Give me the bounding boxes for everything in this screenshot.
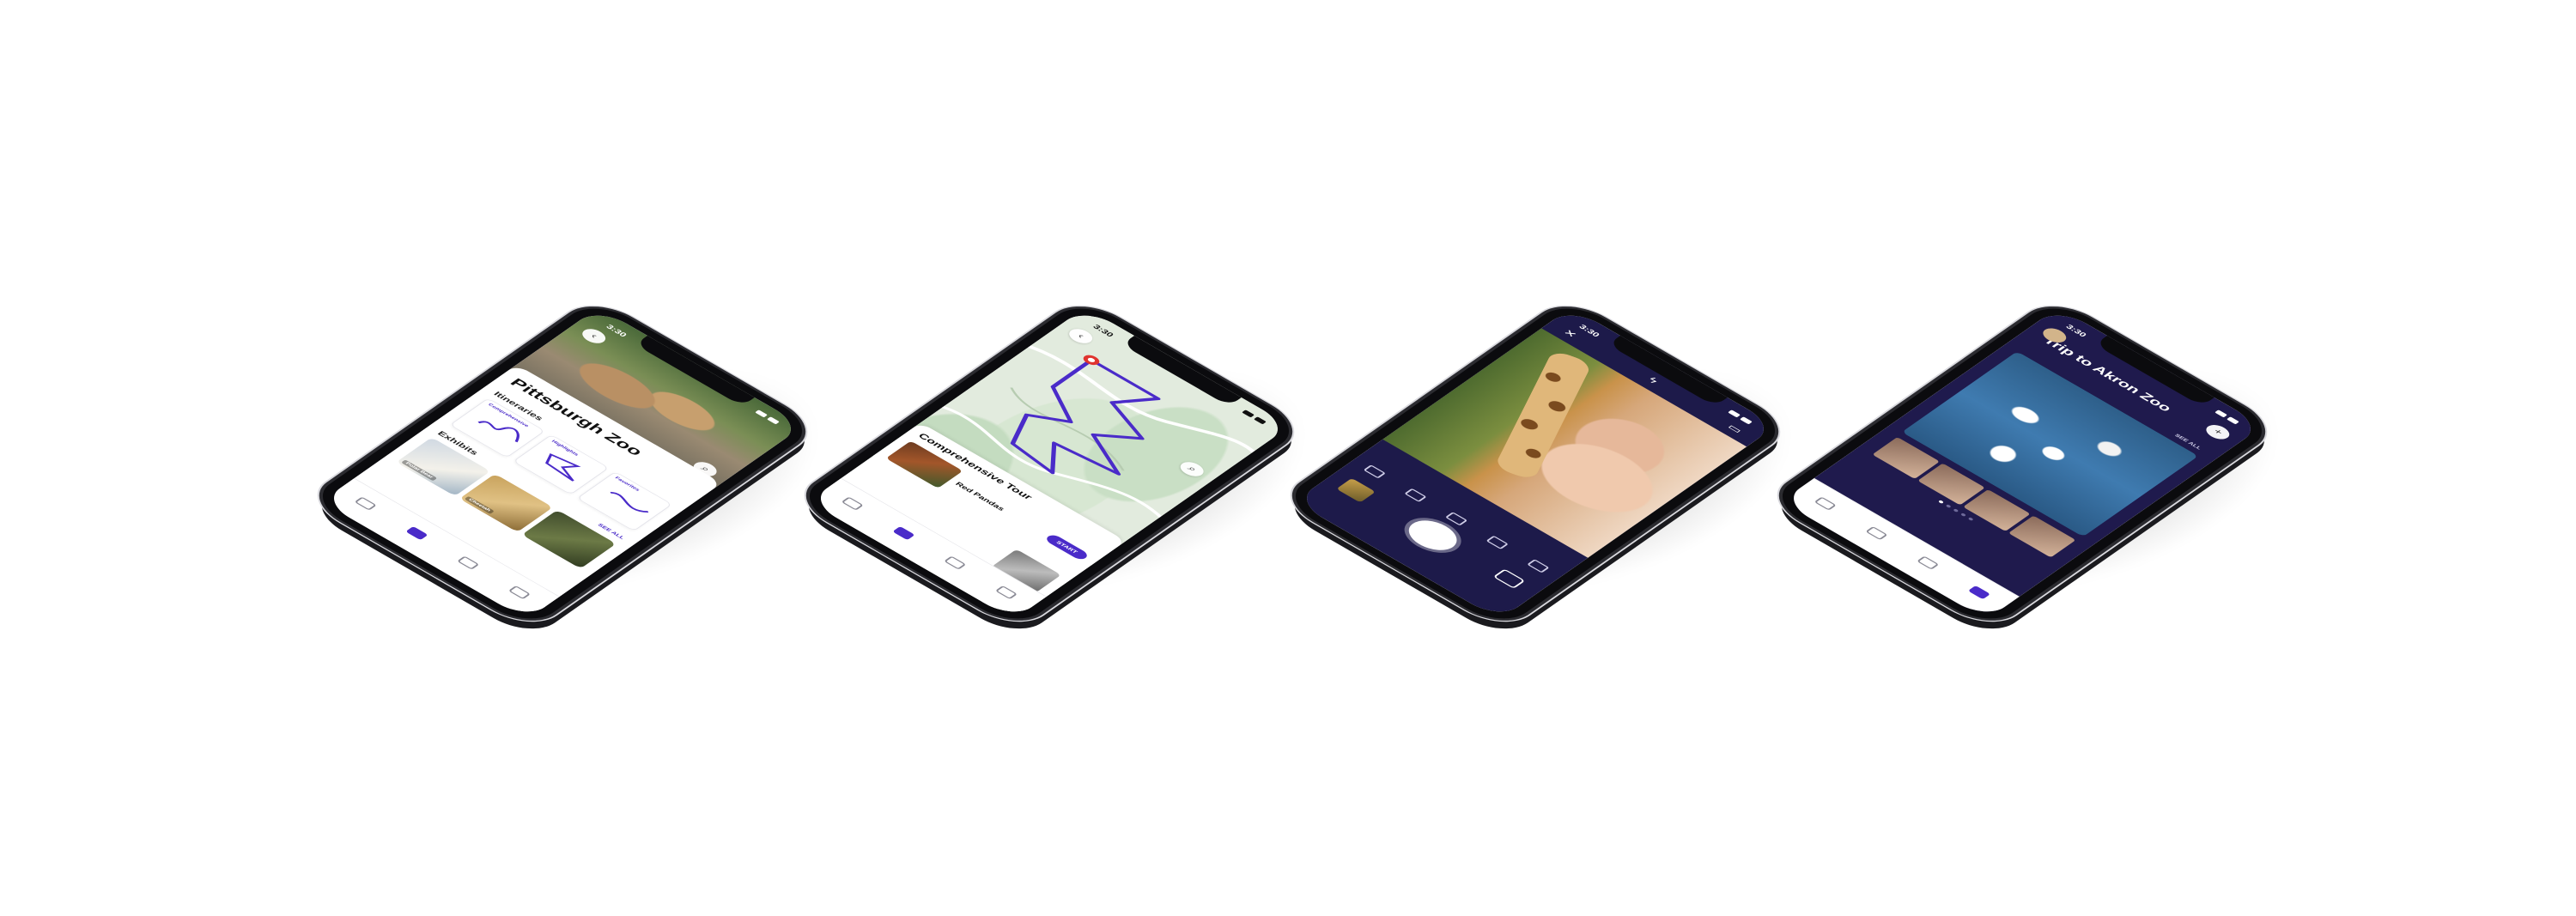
photos-icon (456, 555, 479, 570)
photos-icon (943, 555, 966, 570)
tab-map[interactable] (1864, 525, 1888, 540)
map-pin-icon (404, 525, 428, 540)
tab-camera[interactable] (1814, 496, 1837, 511)
tab-camera[interactable] (354, 496, 377, 511)
tab-photos[interactable] (456, 555, 479, 570)
tab-albums[interactable] (994, 585, 1018, 599)
tab-camera[interactable] (841, 496, 864, 511)
camera-icon (354, 496, 377, 511)
video-icon[interactable]: ▭ (1724, 422, 1745, 435)
phone-zoo-overview: 3:30 ‹ ⌕ Pittsburgh Zoo Itineraries Comp… (305, 240, 882, 635)
tab-photos[interactable] (1916, 555, 1939, 570)
stop-name: Red Pandas (953, 481, 1006, 513)
flip-camera-icon[interactable] (1492, 568, 1526, 589)
map-pin-icon (891, 525, 915, 540)
route-thumbnail-icon (610, 491, 649, 513)
map-pin-icon (1864, 525, 1888, 540)
close-icon[interactable]: ✕ (1560, 327, 1580, 340)
album-icon (507, 585, 531, 599)
start-button[interactable]: START (1043, 532, 1091, 561)
mockup-scene: 3:30 ‹ ⌕ Pittsburgh Zoo Itineraries Comp… (0, 0, 2576, 916)
camera-icon (841, 496, 864, 511)
tab-map[interactable] (891, 525, 915, 540)
tab-map[interactable] (404, 525, 428, 540)
filter-icon[interactable] (1485, 535, 1510, 550)
filter-icon[interactable] (1363, 464, 1386, 479)
route-thumbnail-icon (545, 453, 581, 482)
filter-icon[interactable] (1444, 512, 1468, 526)
phone-camera: 3:30 ✕ ϟ ▭ (1278, 240, 1855, 635)
flash-icon[interactable]: ϟ (1644, 376, 1660, 386)
tab-albums[interactable] (507, 585, 531, 599)
giraffe-shape (1493, 349, 1593, 482)
phone-album: 3:30 + Trip to Akron Zoo SEE ALL (1765, 240, 2342, 635)
tab-albums[interactable] (1967, 585, 1990, 599)
filter-icon[interactable] (1404, 488, 1427, 502)
album-icon (1967, 585, 1990, 599)
filter-icon[interactable] (1527, 559, 1550, 573)
camera-icon (1814, 496, 1837, 511)
last-photo-thumbnail[interactable] (1336, 477, 1376, 503)
tab-photos[interactable] (943, 555, 966, 570)
exhibit-name: Cheetah (464, 495, 495, 515)
album-icon (994, 585, 1018, 599)
route-thumbnail-icon (477, 421, 519, 443)
phone-tour-map: 3:30 ‹ ⌕ Comprehensive Tour Red Pandas S… (792, 240, 1369, 635)
photos-icon (1916, 555, 1939, 570)
exhibit-name: Polar Bear (401, 459, 438, 482)
